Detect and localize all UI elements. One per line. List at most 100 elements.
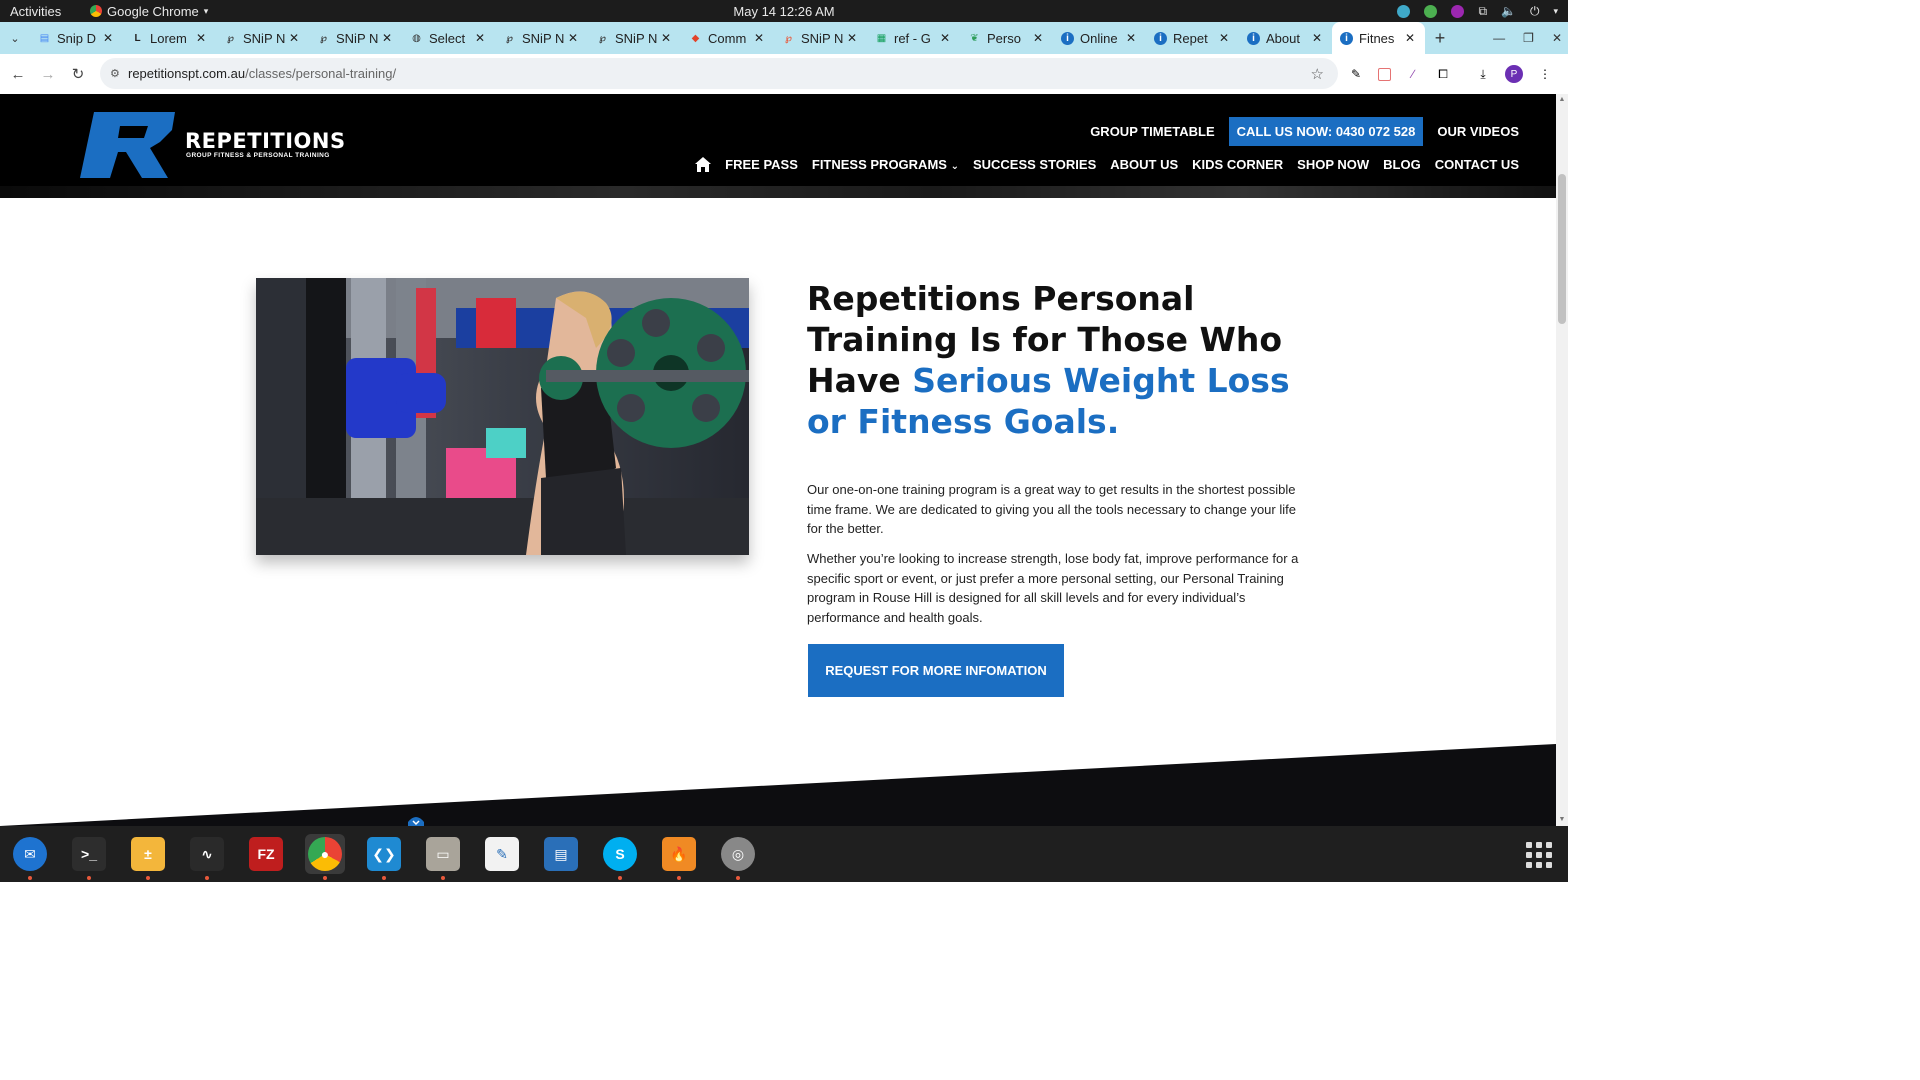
disk-icon[interactable]: ◎ [718,834,758,880]
scrollbar-thumb[interactable] [1558,174,1566,324]
header-banner-strip [0,186,1556,198]
close-icon[interactable]: ✕ [940,31,950,45]
nav-shop-now[interactable]: SHOP NOW [1297,157,1369,172]
back-button[interactable]: ← [3,66,33,83]
close-icon[interactable]: ✕ [1312,31,1322,45]
filezilla-icon[interactable]: FZ [246,834,286,874]
show-apps-icon[interactable] [1526,842,1552,868]
nav-fitness-programs-label: FITNESS PROGRAMS [811,157,947,172]
close-icon[interactable]: ✕ [1405,31,1415,45]
sync-icon[interactable] [1397,4,1411,18]
browser-tab[interactable]: ℘ SNiP N ✕ [216,22,309,54]
bookmark-star-icon[interactable]: ☆ [1311,65,1324,83]
browser-tab[interactable]: L Lorem ✕ [123,22,216,54]
chrome-icon[interactable]: ● [305,834,345,880]
app-flame-icon[interactable]: 🔥 [659,834,699,880]
vscode-icon[interactable]: ❮❯ [364,834,404,880]
scroll-up-arrow-icon[interactable]: ▲ [1556,94,1568,106]
clock[interactable]: May 14 12:26 AM [0,4,1568,19]
close-window-icon[interactable]: ✕ [1552,31,1562,45]
tab-search-button[interactable]: ⌄ [0,22,30,54]
browser-tab[interactable]: ▦ ref - G ✕ [867,22,960,54]
tab-title: SNiP N [615,30,657,46]
home-icon[interactable] [695,157,712,172]
nav-free-pass[interactable]: FREE PASS [725,157,798,172]
running-indicator [28,876,32,880]
update-icon[interactable] [1424,4,1438,18]
our-videos-link[interactable]: OUR VIDEOS [1437,124,1519,139]
browser-tab[interactable]: ℘ SNiP N ✕ [774,22,867,54]
power-icon[interactable]: ⏻ [1530,4,1540,19]
app-flame-glyph: 🔥 [662,837,696,871]
extensions-puzzle-icon[interactable]: ⧠ [1435,66,1451,82]
close-icon[interactable]: ✕ [754,31,764,45]
repetitions-logo-icon[interactable] [80,112,175,180]
group-timetable-link[interactable]: GROUP TIMETABLE [1090,124,1214,139]
address-bar[interactable]: ⚙ repetitionspt.com.au/classes/personal-… [100,58,1338,89]
browser-tab[interactable]: ◍ Select ✕ [402,22,495,54]
browser-tab[interactable]: i Repet ✕ [1146,22,1239,54]
eyedropper-icon[interactable]: ✎ [1348,66,1364,82]
chevron-down-icon[interactable] [408,816,424,826]
system-tray[interactable]: ⧉ 🔈 ⏻ ▾ [1397,4,1558,19]
browser-tab[interactable]: i About ✕ [1239,22,1332,54]
logo-tagline: GROUP FITNESS & PERSONAL TRAINING [186,152,330,159]
close-icon[interactable]: ✕ [475,31,485,45]
disk-glyph: ◎ [721,837,755,871]
tab-title: Snip D [57,30,97,46]
volume-icon[interactable]: 🔈 [1501,4,1516,18]
download-icon[interactable]: ⤓ [1475,66,1491,82]
minimize-icon[interactable]: — [1493,31,1505,45]
scroll-down-arrow-icon[interactable]: ▼ [1556,814,1568,826]
extension-tray-icon[interactable] [1451,4,1465,18]
close-icon[interactable]: ✕ [103,31,113,45]
reload-button[interactable]: ↻ [63,65,93,83]
browser-tab[interactable]: ▤ Snip D ✕ [30,22,123,54]
kebab-menu-icon[interactable]: ⋮ [1537,66,1553,82]
info-icon: i [1247,31,1260,45]
close-icon[interactable]: ✕ [196,31,206,45]
close-icon[interactable]: ✕ [568,31,578,45]
site-info-icon[interactable]: ⚙ [110,67,120,80]
nav-fitness-programs[interactable]: FITNESS PROGRAMS ⌄ [812,157,959,172]
nav-about-us[interactable]: ABOUT US [1110,157,1178,172]
chevron-down-icon[interactable]: ▾ [1553,6,1558,17]
browser-tab[interactable]: ◆ Comm ✕ [681,22,774,54]
network-icon[interactable]: ⧉ [1478,4,1487,19]
terminal-icon[interactable]: >_ [69,834,109,880]
close-icon[interactable]: ✕ [1126,31,1136,45]
close-icon[interactable]: ✕ [847,31,857,45]
nav-success-stories[interactable]: SUCCESS STORIES [973,157,1096,172]
calculator-icon[interactable]: ± [128,834,168,880]
files-icon[interactable]: ▭ [423,834,463,880]
call-us-button[interactable]: CALL US NOW: 0430 072 528 [1228,117,1424,146]
nav-kids-corner[interactable]: KIDS CORNER [1192,157,1283,172]
close-icon[interactable]: ✕ [289,31,299,45]
page-scrollbar[interactable]: ▲ ▼ [1556,94,1568,826]
calendar-ext-icon[interactable] [1378,67,1391,81]
nav-contact-us[interactable]: CONTACT US [1435,157,1519,172]
libreoffice-writer-icon[interactable]: ▤ [541,834,581,874]
browser-tab[interactable]: i Fitnes ✕ [1332,22,1425,54]
new-tab-button[interactable]: + [1425,28,1455,49]
text-editor-icon[interactable]: ✎ [482,834,522,874]
system-monitor-icon[interactable]: ∿ [187,834,227,880]
pen-ext-icon[interactable]: ∕ [1405,66,1421,82]
close-icon[interactable]: ✕ [1033,31,1043,45]
maximize-icon[interactable]: ❐ [1523,31,1534,45]
browser-tab[interactable]: ❦ Perso ✕ [960,22,1053,54]
browser-tab[interactable]: ℘ SNiP N ✕ [588,22,681,54]
skype-icon[interactable]: S [600,834,640,880]
nav-blog[interactable]: BLOG [1383,157,1421,172]
profile-avatar[interactable]: P [1505,65,1523,83]
close-icon[interactable]: ✕ [382,31,392,45]
close-icon[interactable]: ✕ [1219,31,1229,45]
close-icon[interactable]: ✕ [661,31,671,45]
browser-tab[interactable]: ℘ SNiP N ✕ [495,22,588,54]
forward-button[interactable]: → [33,66,63,83]
browser-tab[interactable]: ℘ SNiP N ✕ [309,22,402,54]
request-info-button[interactable]: REQUEST FOR MORE INFOMATION [808,644,1064,697]
logo-wordmark[interactable]: REPETITIONS [185,129,346,153]
browser-tab[interactable]: i Online ✕ [1053,22,1146,54]
thunderbird-icon[interactable]: ✉ [10,834,50,880]
